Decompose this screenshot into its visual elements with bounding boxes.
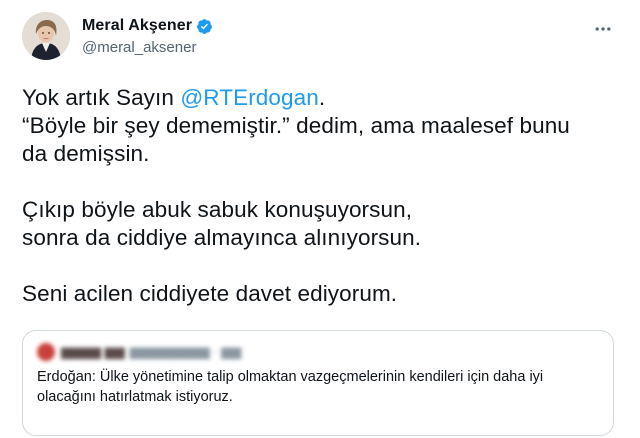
more-options-icon[interactable]	[592, 18, 614, 40]
verified-badge-icon	[196, 18, 213, 35]
mention-link[interactable]: @RTErdogan	[180, 85, 319, 110]
tweet-text: Yok artık Sayın @RTErdogan. “Böyle bir ş…	[22, 84, 616, 308]
quoted-handle-redacted: ▆▆▆▆▆▆▆▆ · ▆▆	[129, 344, 242, 359]
avatar-image	[22, 12, 70, 60]
quoted-tweet[interactable]: ▆▆▆▆ ▆▆ ▆▆▆▆▆▆▆▆ · ▆▆ Erdoğan: Ülke yöne…	[22, 330, 614, 436]
quoted-text-line: Erdoğan: Ülke yönetimine talip olmaktan …	[37, 369, 544, 385]
tweet-text-segment: .	[318, 85, 326, 110]
tweet-line: da demişsin.	[22, 141, 150, 166]
author-handle[interactable]: @meral_aksener	[82, 39, 213, 56]
tweet-card: Meral Akşener @meral_aksener Yok artık S…	[0, 0, 640, 438]
author-names: Meral Akşener @meral_aksener	[82, 16, 213, 56]
display-name-row: Meral Akşener	[82, 16, 213, 36]
quoted-tweet-header-blurred: ▆▆▆▆ ▆▆ ▆▆▆▆▆▆▆▆ · ▆▆	[37, 343, 241, 361]
avatar[interactable]	[22, 12, 70, 60]
tweet-line: Yok artık Sayın @RTErdogan.	[22, 84, 616, 112]
tweet-line: Seni acilen ciddiyete davet ediyorum.	[22, 281, 398, 306]
quoted-author-redacted: ▆▆▆▆ ▆▆	[61, 344, 125, 359]
tweet-text-segment: Yok artık Sayın	[22, 85, 181, 110]
tweet-line: “Böyle bir şey dememiştir.” dedim, ama m…	[22, 113, 570, 138]
quoted-avatar	[37, 343, 55, 361]
author-display-name[interactable]: Meral Akşener	[82, 17, 192, 35]
tweet-header: Meral Akşener @meral_aksener	[22, 10, 620, 62]
quoted-text-line: olacağını hatırlatmak istiyoruz.	[37, 389, 233, 405]
tweet-line: sonra da ciddiye almayınca alınıyorsun.	[22, 225, 422, 250]
tweet-line: Çıkıp böyle abuk sabuk konuşuyorsun,	[22, 197, 413, 222]
quoted-tweet-text: Erdoğan: Ülke yönetimine talip olmaktan …	[37, 367, 599, 407]
